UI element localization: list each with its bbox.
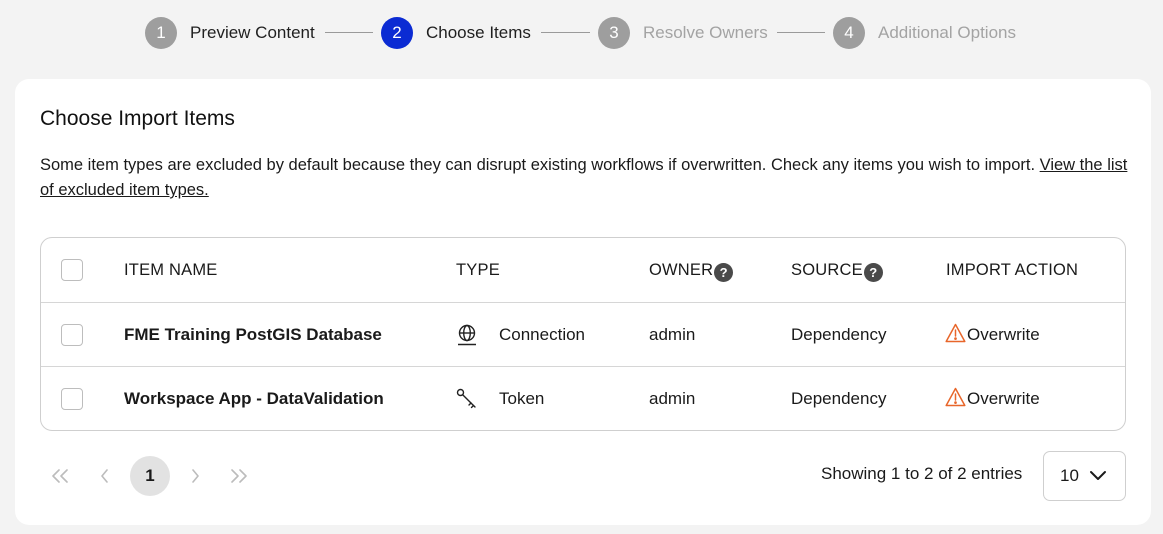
import-action-label: Overwrite xyxy=(967,325,1040,344)
item-source: Dependency xyxy=(791,325,887,344)
chevron-right-icon xyxy=(192,469,199,483)
next-page-button[interactable] xyxy=(175,456,215,496)
source-header-label[interactable]: SOURCE xyxy=(791,261,863,280)
previous-page-button[interactable] xyxy=(85,456,125,496)
chevron-down-icon xyxy=(1090,471,1106,480)
import-stepper: 1 Preview Content 2 Choose Items 3 Resol… xyxy=(0,16,1163,50)
column-header-type[interactable]: TYPE xyxy=(456,238,500,302)
item-type-label: Connection xyxy=(499,325,586,344)
item-owner: admin xyxy=(649,325,696,344)
double-chevron-right-icon xyxy=(231,469,247,483)
row-checkbox[interactable] xyxy=(61,324,83,346)
item-owner: admin xyxy=(649,389,696,408)
step-connector xyxy=(777,32,825,33)
source-help-icon[interactable]: ? xyxy=(863,263,883,282)
step-additional-options: 4 Additional Options xyxy=(833,16,1016,50)
first-page-button[interactable] xyxy=(40,456,80,496)
select-all-cell xyxy=(61,238,83,302)
chevron-left-icon xyxy=(101,469,108,483)
step-resolve-owners: 3 Resolve Owners xyxy=(598,16,768,50)
column-header-import-action: IMPORT ACTION xyxy=(946,260,1079,279)
card-title: Choose Import Items xyxy=(40,107,235,130)
globe-icon xyxy=(456,324,478,346)
step-connector xyxy=(325,32,373,33)
item-name: FME Training PostGIS Database xyxy=(124,325,382,344)
description-text: Some item types are excluded by default … xyxy=(40,156,1040,174)
row-checkbox[interactable] xyxy=(61,388,83,410)
select-all-checkbox[interactable] xyxy=(61,259,83,281)
warning-icon xyxy=(945,387,967,409)
import-action-label: Overwrite xyxy=(967,389,1040,408)
step-choose-items: 2 Choose Items xyxy=(381,16,531,50)
import-action-cell: Overwrite xyxy=(945,303,1040,367)
item-type-cell: Token xyxy=(456,367,545,430)
import-action-cell: Overwrite xyxy=(945,367,1040,430)
column-header-item-name[interactable]: ITEM NAME xyxy=(124,238,217,302)
owner-header-label[interactable]: OWNER xyxy=(649,261,713,280)
column-header-owner: OWNER ? xyxy=(649,238,734,302)
table-header-row: ITEM NAME TYPE OWNER ? SOURCE ? IMPORT A… xyxy=(41,238,1125,302)
step-label-choose-items: Choose Items xyxy=(426,23,531,42)
last-page-button[interactable] xyxy=(219,456,259,496)
table-row: FME Training PostGIS Database Connection… xyxy=(41,302,1125,366)
page-size-select[interactable]: 10 xyxy=(1043,451,1126,501)
double-chevron-left-icon xyxy=(52,469,68,483)
step-number-2: 2 xyxy=(381,17,413,49)
item-name: Workspace App - DataValidation xyxy=(124,389,384,408)
step-number-3: 3 xyxy=(598,17,630,49)
entries-summary: Showing 1 to 2 of 2 entries xyxy=(821,464,1023,483)
step-label-resolve-owners: Resolve Owners xyxy=(643,23,768,42)
page-1-button[interactable]: 1 xyxy=(130,456,170,496)
row-select-cell xyxy=(61,367,83,430)
item-source: Dependency xyxy=(791,389,887,408)
warning-icon xyxy=(945,323,967,345)
item-type-label: Token xyxy=(499,389,545,408)
row-select-cell xyxy=(61,303,83,367)
step-label-additional-options: Additional Options xyxy=(878,23,1016,42)
step-number-4: 4 xyxy=(833,17,865,49)
step-preview-content: 1 Preview Content xyxy=(145,16,315,50)
import-items-table: ITEM NAME TYPE OWNER ? SOURCE ? IMPORT A… xyxy=(40,237,1126,431)
card-description: Some item types are excluded by default … xyxy=(40,153,1130,203)
column-header-source: SOURCE ? xyxy=(791,238,883,302)
choose-import-items-card: Choose Import Items Some item types are … xyxy=(15,79,1151,525)
item-type-cell: Connection xyxy=(456,303,585,367)
step-number-1: 1 xyxy=(145,17,177,49)
table-row: Workspace App - DataValidation Token adm… xyxy=(41,366,1125,430)
page-size-value: 10 xyxy=(1060,466,1079,485)
owner-help-icon[interactable]: ? xyxy=(714,263,734,282)
step-label-preview-content: Preview Content xyxy=(190,23,315,42)
key-icon xyxy=(456,388,478,410)
step-connector xyxy=(541,32,590,33)
